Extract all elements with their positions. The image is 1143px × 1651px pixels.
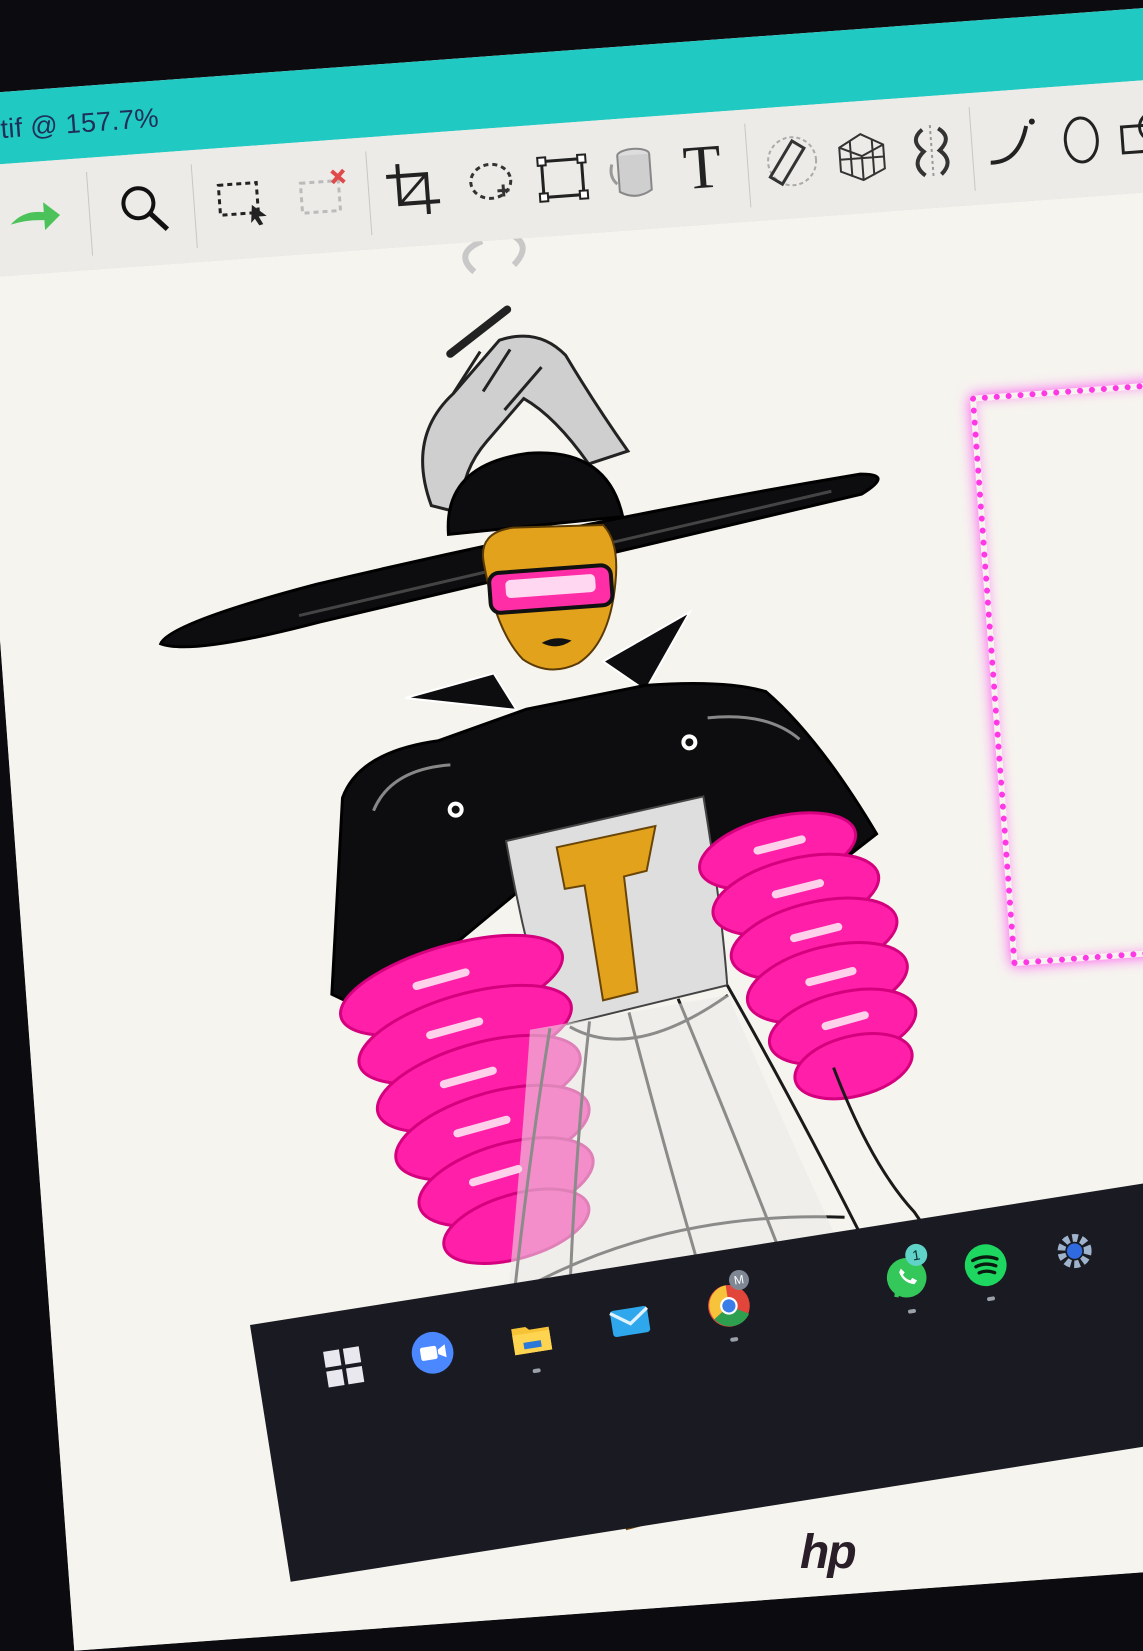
clear-selection-icon[interactable] xyxy=(286,158,361,233)
ellipse-icon[interactable] xyxy=(1044,103,1119,178)
crop-icon[interactable] xyxy=(376,152,451,227)
symmetry-icon[interactable] xyxy=(894,114,969,189)
zoom-app-icon[interactable] xyxy=(403,1323,462,1382)
spotify-icon[interactable] xyxy=(956,1235,1015,1302)
text-tool-glyph: T xyxy=(680,132,724,203)
file-explorer-icon[interactable] xyxy=(502,1307,561,1374)
ruler-icon[interactable] xyxy=(755,124,830,199)
curve-icon[interactable] xyxy=(976,108,1051,183)
chrome-icon[interactable]: M xyxy=(699,1268,758,1343)
mail-icon[interactable] xyxy=(600,1292,659,1351)
whatsapp-icon[interactable]: 1 xyxy=(877,1242,936,1314)
zoom-icon[interactable] xyxy=(106,171,181,246)
windows-start-icon[interactable] xyxy=(314,1337,373,1396)
text-icon[interactable]: T xyxy=(665,130,740,205)
fill-icon[interactable] xyxy=(595,135,670,210)
lasso-select-icon[interactable] xyxy=(455,146,530,221)
window-title: tif @ 157.7% xyxy=(0,102,160,145)
selection-icon[interactable] xyxy=(206,164,281,239)
settings-icon[interactable] xyxy=(1045,1221,1104,1280)
monitor-brand-logo: hp xyxy=(800,1526,857,1579)
perspective-grid-icon[interactable] xyxy=(824,119,899,194)
transform-icon[interactable] xyxy=(525,141,600,216)
shape-icon[interactable] xyxy=(1109,98,1143,173)
redo-icon[interactable] xyxy=(0,179,72,254)
